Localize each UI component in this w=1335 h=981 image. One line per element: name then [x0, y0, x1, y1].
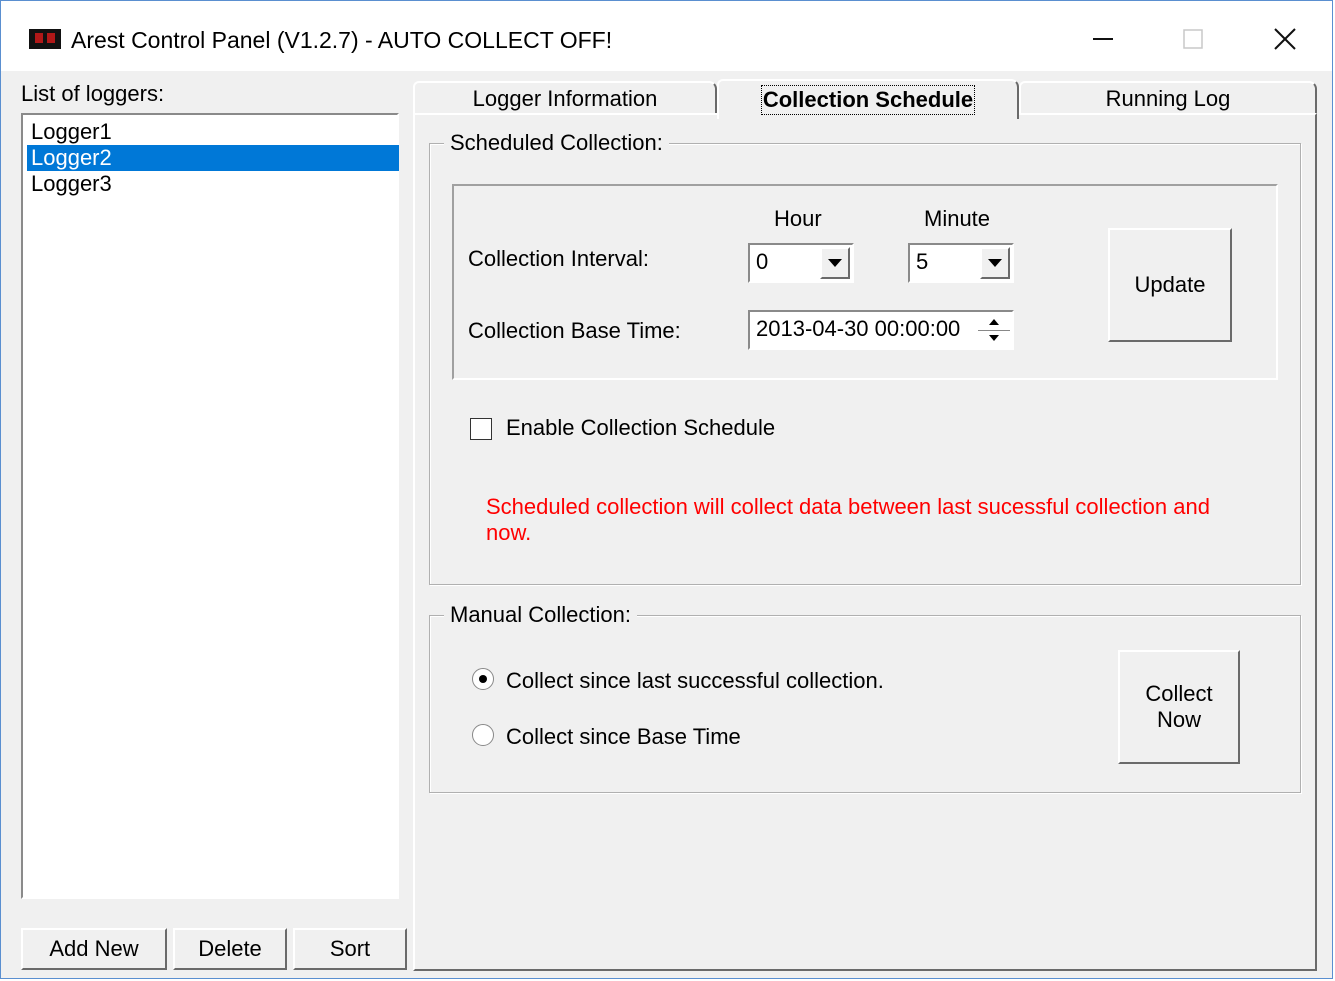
minimize-icon: [1093, 38, 1113, 40]
tab-collection-schedule-label: Collection Schedule: [760, 85, 976, 115]
list-item-logger3[interactable]: Logger3: [27, 171, 399, 197]
collect-since-last-radio[interactable]: [472, 668, 494, 690]
update-button-label: Update: [1134, 272, 1206, 297]
collect-now-label-line1: Collect: [1145, 681, 1213, 706]
base-time-spinner[interactable]: [978, 314, 1010, 346]
update-button[interactable]: Update: [1108, 228, 1232, 342]
window-title: Arest Control Panel (V1.2.7) - AUTO COLL…: [71, 27, 613, 53]
chevron-down-icon: [828, 258, 842, 267]
maximize-icon: [1183, 29, 1203, 49]
sort-button-label: Sort: [329, 936, 371, 961]
spin-up-button[interactable]: [978, 314, 1010, 330]
add-new-button[interactable]: Add New: [21, 928, 167, 970]
collection-base-time-label: Collection Base Time:: [468, 318, 681, 343]
hour-dropdown-button[interactable]: [820, 247, 850, 279]
enable-schedule-checkbox[interactable]: [470, 418, 492, 440]
spin-down-icon: [989, 335, 999, 342]
interval-settings-frame: Hour Minute Collection Interval: 0 5 Col…: [452, 184, 1278, 380]
spin-up-icon: [989, 318, 999, 325]
tab-logger-information-label: Logger Information: [472, 86, 658, 111]
minute-dropdown-button[interactable]: [980, 247, 1010, 279]
minute-select-value: 5: [916, 249, 929, 274]
enable-schedule-label: Enable Collection Schedule: [506, 415, 776, 440]
tab-logger-information[interactable]: Logger Information: [413, 81, 717, 115]
tab-running-log[interactable]: Running Log: [1019, 81, 1317, 115]
schedule-note-line2: now.: [486, 520, 532, 545]
spin-down-button[interactable]: [978, 331, 1010, 347]
schedule-note-line1: Scheduled collection will collect data b…: [486, 494, 1210, 519]
list-item-logger1[interactable]: Logger1: [27, 119, 399, 145]
maximize-button[interactable]: [1163, 19, 1223, 59]
logger-list[interactable]: Logger1 Logger2 Logger3: [21, 113, 399, 899]
sort-button[interactable]: Sort: [293, 928, 407, 970]
collect-now-button[interactable]: Collect Now: [1118, 650, 1240, 764]
scheduled-collection-legend: Scheduled Collection:: [444, 130, 669, 156]
close-button[interactable]: [1255, 19, 1315, 59]
delete-button[interactable]: Delete: [173, 928, 287, 970]
list-item-logger2[interactable]: Logger2: [27, 145, 399, 171]
collect-since-base-label: Collect since Base Time: [506, 724, 741, 749]
tab-running-log-label: Running Log: [1105, 86, 1231, 111]
minute-label: Minute: [924, 206, 991, 231]
base-time-picker[interactable]: 2013-04-30 00:00:00: [748, 310, 1014, 350]
scheduled-collection-group: Scheduled Collection: Hour Minute Collec…: [429, 130, 1301, 585]
manual-collection-legend: Manual Collection:: [444, 602, 637, 628]
app-logo-icon: [29, 29, 61, 49]
collect-now-label-line2: Now: [1156, 707, 1201, 732]
close-icon: [1274, 28, 1296, 50]
hour-label: Hour: [774, 206, 822, 231]
collect-since-last-label: Collect since last successful collection…: [506, 668, 884, 693]
add-new-button-label: Add New: [49, 936, 139, 961]
minimize-button[interactable]: [1073, 19, 1133, 59]
app-window: Arest Control Panel (V1.2.7) - AUTO COLL…: [0, 0, 1333, 979]
base-time-value: 2013-04-30 00:00:00: [756, 316, 961, 341]
collect-since-base-radio[interactable]: [472, 724, 494, 746]
delete-button-label: Delete: [198, 936, 262, 961]
tab-collection-schedule[interactable]: Collection Schedule: [717, 79, 1019, 119]
collection-schedule-panel: Scheduled Collection: Hour Minute Collec…: [413, 113, 1317, 971]
hour-select-value: 0: [756, 249, 769, 274]
chevron-down-icon: [988, 258, 1002, 267]
title-bar: Arest Control Panel (V1.2.7) - AUTO COLL…: [1, 1, 1332, 71]
collection-interval-label: Collection Interval:: [468, 246, 649, 271]
manual-collection-group: Manual Collection: Collect since last su…: [429, 602, 1301, 793]
hour-select[interactable]: 0: [748, 243, 854, 283]
minute-select[interactable]: 5: [908, 243, 1014, 283]
logger-list-label: List of loggers:: [21, 81, 165, 106]
